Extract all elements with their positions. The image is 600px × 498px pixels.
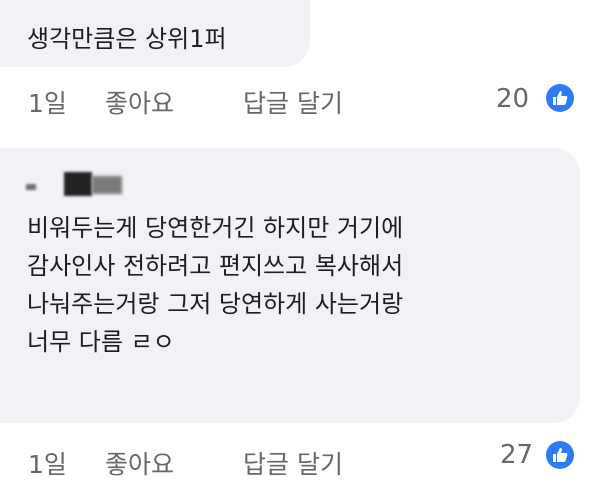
reaction-count[interactable]: 20: [496, 84, 529, 114]
comment-time[interactable]: 1일: [28, 445, 67, 481]
like-button[interactable]: 좋아요: [105, 445, 174, 481]
like-button[interactable]: 좋아요: [105, 84, 174, 120]
thumbs-up-icon[interactable]: [546, 441, 574, 469]
redaction-mark: [26, 184, 36, 190]
reply-button[interactable]: 답글 달기: [243, 84, 343, 120]
comment-text-line: 비워두는게 당연한거긴 하지만 거기에: [27, 214, 404, 242]
reply-button[interactable]: 답글 달기: [243, 445, 343, 481]
comment-text-line: 너무 다름 ㄹㅇ: [27, 328, 175, 356]
redaction-mark: [92, 176, 122, 194]
comment-text-line: 생각만큼은 상위1퍼: [27, 25, 227, 53]
redaction-mark: [64, 172, 92, 196]
comment-time[interactable]: 1일: [28, 84, 67, 120]
reaction-count[interactable]: 27: [500, 440, 533, 470]
comment-text-line: 감사인사 전하려고 편지쓰고 복사해서: [27, 252, 404, 280]
comment-text-line: 나눠주는거랑 그저 당연하게 사는거랑: [27, 290, 404, 318]
comment-body: 생각만큼은 상위1퍼: [27, 20, 227, 58]
thumbs-up-icon[interactable]: [546, 84, 574, 112]
comment-body: 비워두는게 당연한거긴 하지만 거기에 감사인사 전하려고 편지쓰고 복사해서 …: [27, 209, 403, 361]
